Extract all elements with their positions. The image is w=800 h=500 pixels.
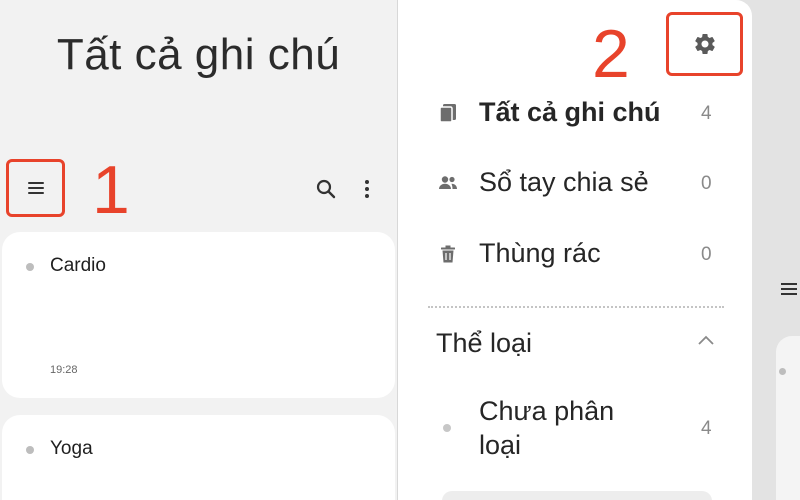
drawer-item-count: 0 <box>701 173 712 194</box>
more-vert-icon <box>365 180 369 198</box>
drawer-next-item <box>442 491 712 500</box>
settings-button[interactable] <box>666 12 743 76</box>
navigation-drawer: Tất cả ghi chú 4 Sổ tay chia sẻ 0 Thùng … <box>398 0 752 500</box>
drawer-item-label: Tất cả ghi chú <box>479 97 661 127</box>
category-item-count: 4 <box>701 418 712 439</box>
background-note-bullet-icon <box>779 368 786 375</box>
drawer-item-label: Thùng rác <box>479 238 601 268</box>
category-item-uncategorized[interactable]: Chưa phân loại 4 <box>398 394 752 466</box>
note-time: 19:28 <box>50 364 78 376</box>
more-options-button[interactable] <box>356 176 378 202</box>
drawer-item-count: 0 <box>701 244 712 265</box>
drawer-item-count: 4 <box>701 103 712 124</box>
notes-list-screen: Tất cả ghi chú 1 Cardio 19:28 Yoga <box>0 0 397 500</box>
search-icon <box>316 179 336 199</box>
drawer-screen: Tất cả ghi chú 4 Sổ tay chia sẻ 0 Thùng … <box>398 0 800 500</box>
menu-button[interactable] <box>6 159 65 217</box>
section-divider <box>428 306 724 308</box>
step-2-annotation: 2 <box>592 16 630 92</box>
trash-icon <box>441 245 455 263</box>
category-item-label: Chưa phân loại <box>479 396 615 460</box>
categories-header-label: Thể loại <box>436 328 533 358</box>
page-title: Tất cả ghi chú <box>56 30 341 79</box>
notes-stack-icon <box>439 104 456 123</box>
gear-icon <box>694 34 715 55</box>
note-title: Yoga <box>50 438 93 459</box>
background-note-card <box>776 336 800 500</box>
background-menu-icon <box>781 283 797 295</box>
note-title: Cardio <box>50 255 106 276</box>
hamburger-menu-icon <box>27 182 44 194</box>
category-bullet-icon <box>443 424 451 432</box>
people-icon <box>439 176 457 189</box>
note-bullet-icon <box>26 446 34 454</box>
note-bullet-icon <box>26 263 34 271</box>
categories-section-header[interactable]: Thể loại <box>398 318 752 368</box>
chevron-up-icon <box>698 335 714 345</box>
drawer-item-label: Sổ tay chia sẻ <box>479 167 649 197</box>
drawer-item-shared-notebooks[interactable]: Sổ tay chia sẻ 0 <box>398 158 752 208</box>
drawer-item-all-notes[interactable]: Tất cả ghi chú 4 <box>398 88 752 138</box>
note-card[interactable]: Cardio 19:28 <box>2 232 395 398</box>
drawer-item-trash[interactable]: Thùng rác 0 <box>398 229 752 279</box>
search-button[interactable] <box>313 176 339 202</box>
step-1-annotation: 1 <box>92 152 130 228</box>
note-card[interactable]: Yoga <box>2 415 395 500</box>
